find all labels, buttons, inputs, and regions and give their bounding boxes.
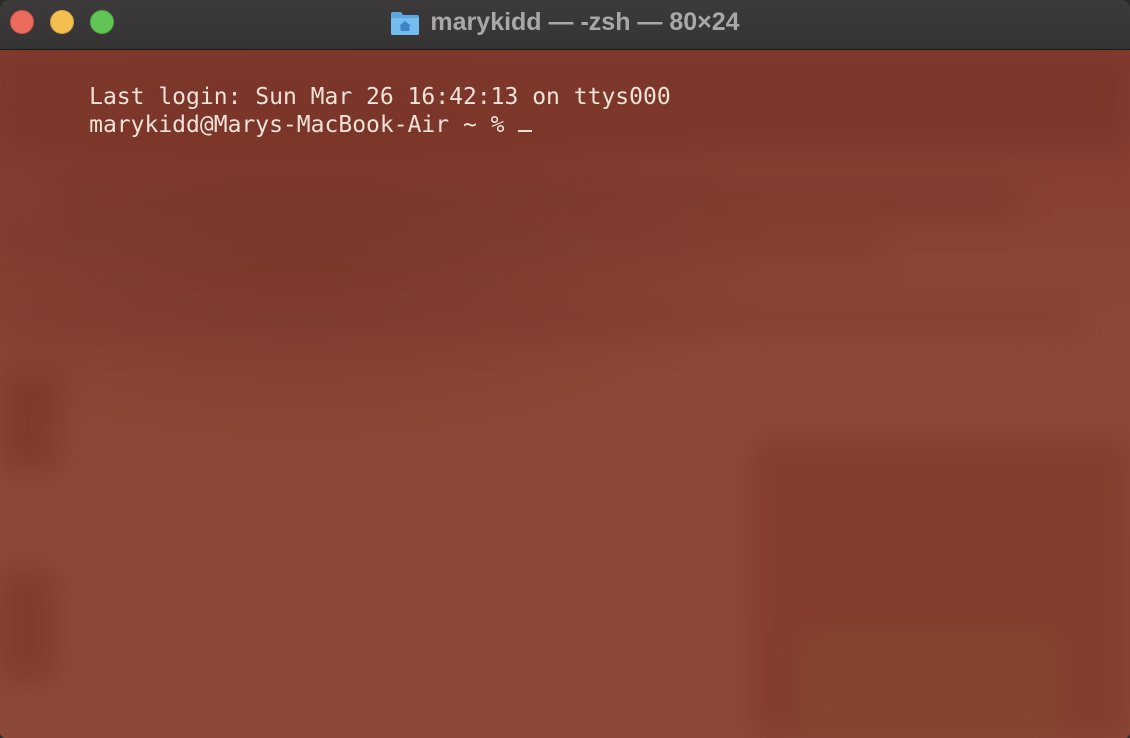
background-blur [800, 630, 1060, 738]
background-blur [752, 440, 1130, 738]
background-blur [0, 370, 60, 470]
background-blur [0, 230, 880, 260]
shell-prompt: marykidd@Marys-MacBook-Air ~ % [89, 112, 505, 138]
background-blur [60, 180, 1020, 220]
title-bar[interactable]: marykidd — -zsh — 80×24 [0, 0, 1130, 50]
text-cursor [517, 130, 532, 132]
window-title: marykidd — -zsh — 80×24 [430, 7, 740, 36]
terminal-window: marykidd — -zsh — 80×24 Last login: Sun … [0, 0, 1130, 738]
prompt-line[interactable]: marykidd@Marys-MacBook-Air ~ % [6, 83, 532, 167]
background-blur [0, 300, 1080, 340]
window-title-group: marykidd — -zsh — 80×24 [0, 0, 1130, 44]
terminal-content[interactable]: Last login: Sun Mar 26 16:42:13 on ttys0… [0, 50, 1130, 738]
background-blur [0, 570, 55, 680]
home-folder-icon [391, 12, 420, 35]
